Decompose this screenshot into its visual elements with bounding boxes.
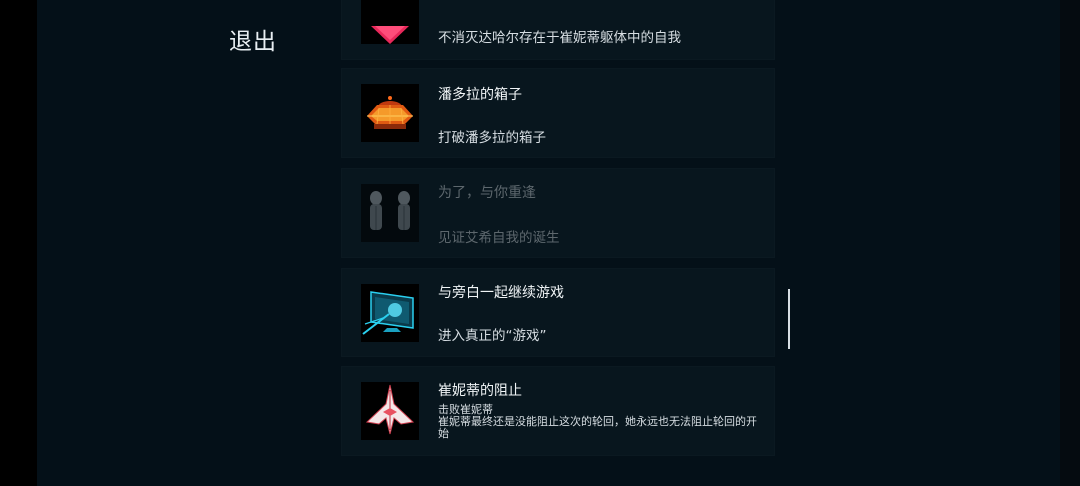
achievement-title: 与旁白一起继续游戏 (438, 285, 564, 301)
achievement-card-locked[interactable]: 为了，与你重逢 见证艾希自我的诞生 (341, 168, 775, 258)
twin-figures-icon (361, 184, 419, 242)
achievement-card[interactable]: 不消灭达哈尔存在于崔妮蒂躯体中的自我 (341, 0, 775, 60)
monitor-icon (361, 284, 419, 342)
spaceship-icon (361, 382, 419, 440)
achievement-description: 不消灭达哈尔存在于崔妮蒂躯体中的自我 (438, 30, 681, 46)
right-border (1060, 0, 1080, 486)
achievement-card[interactable]: 潘多拉的箱子 打破潘多拉的箱子 (341, 68, 775, 158)
exit-button[interactable]: 退出 (229, 22, 277, 56)
scrollbar-thumb[interactable] (788, 289, 790, 349)
achievement-title: 潘多拉的箱子 (438, 87, 522, 103)
achievement-card[interactable]: 与旁白一起继续游戏 进入真正的“游戏” (341, 268, 775, 357)
achievement-title: 崔妮蒂的阻止 (438, 383, 522, 399)
achievement-description-line2: 崔妮蒂最终还是没能阻止这次的轮回，她永远也无法阻止轮回的开始 (438, 415, 757, 440)
achievement-description: 打破潘多拉的箱子 (438, 130, 546, 146)
achievements-screen: 退出 不消灭达哈尔存在于崔妮蒂躯体中的自我 潘多拉的箱子 打破潘多拉的箱子 为了… (0, 0, 1080, 486)
achievement-title: 为了，与你重逢 (438, 185, 536, 201)
achievement-description: 进入真正的“游戏” (438, 328, 547, 344)
left-border (0, 0, 37, 486)
pink-heart-icon (361, 0, 419, 44)
pandora-box-icon (361, 84, 419, 142)
achievement-card[interactable]: 崔妮蒂的阻止 击败崔妮蒂 崔妮蒂最终还是没能阻止这次的轮回，她永远也无法阻止轮回… (341, 366, 775, 456)
achievement-description: 见证艾希自我的诞生 (438, 230, 560, 246)
achievement-description: 击败崔妮蒂 崔妮蒂最终还是没能阻止这次的轮回，她永远也无法阻止轮回的开始 (438, 404, 763, 440)
achievement-list[interactable]: 不消灭达哈尔存在于崔妮蒂躯体中的自我 潘多拉的箱子 打破潘多拉的箱子 为了，与你… (341, 0, 775, 486)
